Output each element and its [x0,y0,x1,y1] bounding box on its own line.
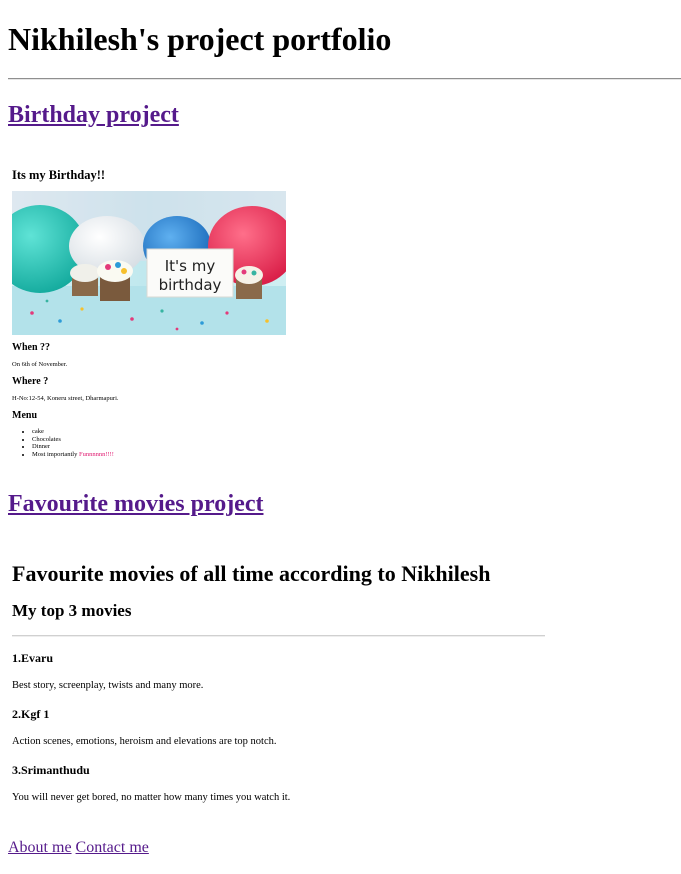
menu-item: Chocolates [32,436,114,444]
movie-description: Best story, screenplay, twists and many … [12,680,204,691]
movie-title: 1.Evaru [12,651,54,665]
movie-title: 2.Kgf 1 [12,707,50,721]
menu-item-highlight: Most importantly Funnnnnn!!!! [32,451,114,459]
image-card-line-2: birthday [159,276,222,294]
movie-description: Action scenes, emotions, heroism and ele… [12,736,277,747]
movie-description: You will never get bored, no matter how … [12,792,291,803]
about-me-link[interactable]: About me [8,839,72,856]
movies-project-preview: Favourite movies of all time according t… [12,556,547,806]
title-divider [8,78,681,80]
birthday-heading: Its my Birthday!! [12,168,106,182]
birthday-image: It's my birthday [12,191,286,335]
movie-title: 3.Srimanthudu [12,763,90,777]
footer-links: About me Contact me [8,838,149,857]
birthday-project-link[interactable]: Birthday project [8,101,179,129]
when-text: On 6th of November. [12,361,68,368]
image-card-line-1: It's my [165,257,216,275]
menu-item: Dinner [32,443,114,451]
birthday-cupcakes-image: It's my birthday [12,191,286,335]
page-title: Nikhilesh's project portfolio [8,21,392,57]
where-text: H-No:12-54, Koneru street, Dharmapuri. [12,395,119,402]
movies-divider [12,635,545,637]
menu-list: cake Chocolates Dinner Most importantly … [22,428,114,458]
menu-heading: Menu [12,410,37,421]
when-heading: When ?? [12,342,51,353]
contact-me-link[interactable]: Contact me [76,839,149,856]
movies-project-link[interactable]: Favourite movies project [8,490,263,518]
movies-subheading: My top 3 movies [12,601,132,620]
menu-item-prefix: Most importantly [32,450,79,458]
birthday-project-preview: Its my Birthday!! It's my birthday When … [12,164,302,464]
where-heading: Where ? [12,376,49,387]
menu-item-highlight-text: Funnnnnn!!!! [78,450,114,458]
menu-item: cake [32,428,114,436]
movies-heading: Favourite movies of all time according t… [12,561,491,586]
